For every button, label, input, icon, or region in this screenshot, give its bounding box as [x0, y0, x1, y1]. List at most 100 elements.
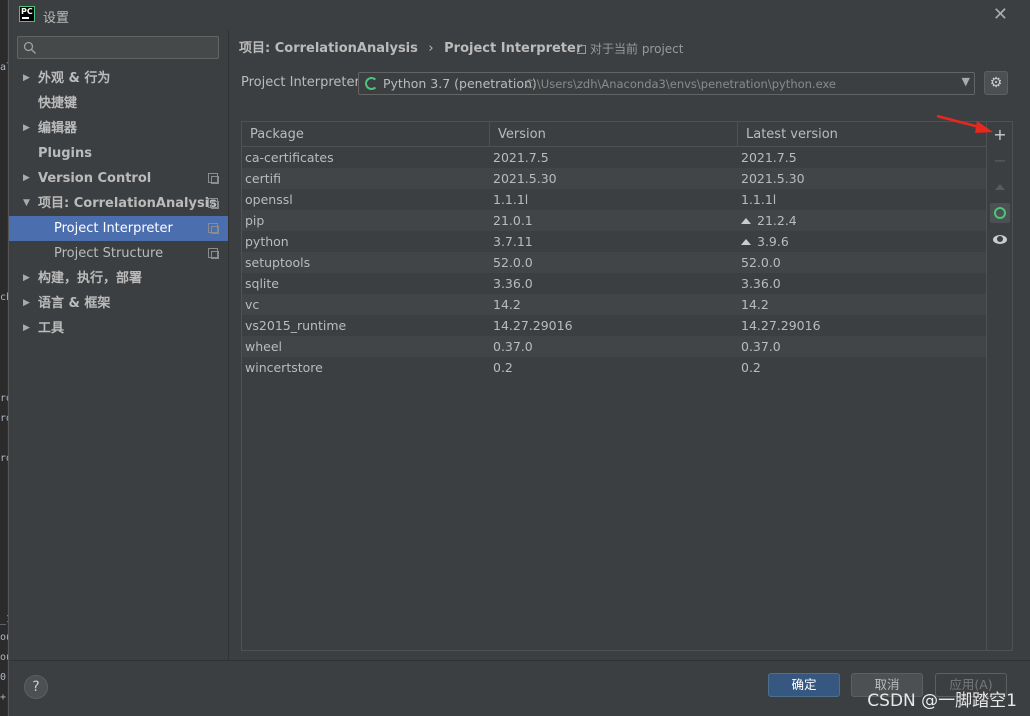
- package-latest-cell: 2021.5.30: [738, 168, 986, 189]
- package-version-cell: 2021.7.5: [490, 147, 738, 168]
- project-scope-icon: [208, 248, 219, 259]
- package-latest-cell-text: 21.2.4: [757, 213, 797, 228]
- refresh-button[interactable]: [990, 203, 1010, 223]
- package-latest-cell-text: 14.2: [741, 297, 769, 312]
- project-scope-icon: [208, 223, 219, 234]
- package-latest-cell-text: 3.9.6: [757, 234, 789, 249]
- sidebar-item-plugins[interactable]: Plugins: [9, 141, 228, 166]
- table-row[interactable]: wheel 0.37.0 0.37.0: [242, 336, 986, 357]
- package-name-cell: ca-certificates: [242, 147, 490, 168]
- sidebar-item-editor[interactable]: ▶ 编辑器: [9, 116, 228, 141]
- package-name-cell-text: sqlite: [245, 276, 279, 291]
- package-name-cell: wincertstore: [242, 357, 490, 378]
- package-latest-cell-text: 0.37.0: [741, 339, 781, 354]
- expand-arrow-icon[interactable]: ▶: [23, 266, 30, 291]
- package-version-cell: 3.7.11: [490, 231, 738, 252]
- interpreter-path: C:\Users\zdh\Anaconda3\envs\penetration\…: [525, 77, 836, 91]
- package-latest-cell: 3.36.0: [738, 273, 986, 294]
- breadcrumb: 项目: CorrelationAnalysis › Project Interp…: [239, 37, 582, 56]
- expand-arrow-icon[interactable]: ▶: [23, 291, 30, 316]
- sidebar-item-languages[interactable]: ▶ 语言 & 框架: [9, 291, 228, 316]
- package-toolbar: + −: [986, 122, 1012, 650]
- package-latest-cell: 52.0.0: [738, 252, 986, 273]
- project-scope-icon: [577, 45, 586, 54]
- package-name-cell-text: certifi: [245, 171, 281, 186]
- sidebar-item-label: 语言 & 框架: [38, 296, 111, 311]
- package-name-cell: setuptools: [242, 252, 490, 273]
- package-version-cell: 0.37.0: [490, 336, 738, 357]
- package-name-cell-text: vs2015_runtime: [245, 318, 347, 333]
- scope-text: 对于当前 project: [590, 42, 684, 56]
- sidebar-item-tools[interactable]: ▶ 工具: [9, 316, 228, 341]
- collapse-arrow-icon[interactable]: ▼: [23, 191, 30, 216]
- package-latest-cell: 14.2: [738, 294, 986, 315]
- sidebar-item-project-interpreter[interactable]: Project Interpreter: [9, 216, 228, 241]
- package-name-cell: wheel: [242, 336, 490, 357]
- package-latest-cell-text: 3.36.0: [741, 276, 781, 291]
- sidebar-item-version-control[interactable]: ▶ Version Control: [9, 166, 228, 191]
- table-row[interactable]: sqlite 3.36.0 3.36.0: [242, 273, 986, 294]
- sidebar-item-label: 构建，执行，部署: [38, 271, 143, 286]
- table-row[interactable]: openssl 1.1.1l 1.1.1l: [242, 189, 986, 210]
- interpreter-select[interactable]: Python 3.7 (penetration) C:\Users\zdh\An…: [358, 72, 975, 95]
- gear-icon[interactable]: ⚙: [984, 71, 1008, 95]
- search-input[interactable]: [17, 36, 219, 59]
- upgrade-package-button[interactable]: [990, 177, 1010, 197]
- table-row[interactable]: certifi 2021.5.30 2021.5.30: [242, 168, 986, 189]
- package-version-cell: 0.2: [490, 357, 738, 378]
- table-row[interactable]: vc 14.2 14.2: [242, 294, 986, 315]
- package-name-cell-text: vc: [245, 297, 260, 312]
- package-name-cell: certifi: [242, 168, 490, 189]
- package-version-cell: 3.36.0: [490, 273, 738, 294]
- sidebar-item-appearance[interactable]: ▶ 外观 & 行为: [9, 66, 228, 91]
- settings-sidebar: ▶ 外观 & 行为 快捷键 ▶ 编辑器 Plugins ▶ Version Co…: [9, 30, 228, 660]
- sidebar-item-label: Plugins: [38, 146, 92, 161]
- table-row[interactable]: python 3.7.11 3.9.6: [242, 231, 986, 252]
- package-latest-cell: 21.2.4: [738, 210, 986, 231]
- column-header-package[interactable]: Package: [242, 122, 490, 147]
- package-version-cell: 2021.5.30: [490, 168, 738, 189]
- sidebar-item-label: 外观 & 行为: [38, 71, 111, 86]
- show-early-releases-button[interactable]: [990, 229, 1010, 249]
- package-latest-cell-text: 2021.7.5: [741, 150, 797, 165]
- package-version-cell-text: 3.36.0: [493, 276, 533, 291]
- editor-fragment: 0: [0, 672, 7, 683]
- sidebar-item-project-structure[interactable]: Project Structure: [9, 241, 228, 266]
- table-row[interactable]: vs2015_runtime 14.27.29016 14.27.29016: [242, 315, 986, 336]
- sidebar-item-label: 快捷键: [38, 96, 78, 111]
- expand-arrow-icon[interactable]: ▶: [23, 116, 30, 141]
- expand-arrow-icon[interactable]: ▶: [23, 166, 30, 191]
- ok-button[interactable]: 确定: [768, 673, 840, 697]
- expand-arrow-icon[interactable]: ▶: [23, 316, 30, 341]
- package-latest-cell: 3.9.6: [738, 231, 986, 252]
- package-name-cell: sqlite: [242, 273, 490, 294]
- package-name-cell: vc: [242, 294, 490, 315]
- breadcrumb-separator: ›: [428, 41, 434, 56]
- scope-note: 对于当前 project: [577, 40, 683, 57]
- column-header-latest-version[interactable]: Latest version: [738, 122, 986, 147]
- remove-package-button[interactable]: −: [990, 151, 1010, 171]
- package-latest-cell-text: 0.2: [741, 360, 761, 375]
- package-table: Package Version Latest version ca-certif…: [242, 122, 986, 378]
- breadcrumb-page: Project Interpreter: [444, 41, 583, 56]
- close-icon[interactable]: ✕: [993, 4, 1008, 25]
- sidebar-item-project[interactable]: ▼ 项目: CorrelationAnalysis: [9, 191, 228, 216]
- sidebar-item-keymap[interactable]: 快捷键: [9, 91, 228, 116]
- table-row[interactable]: ca-certificates 2021.7.5 2021.7.5: [242, 147, 986, 168]
- table-body: ca-certificates 2021.7.5 2021.7.5 certifi 20…: [242, 147, 986, 378]
- package-latest-cell: 14.27.29016: [738, 315, 986, 336]
- package-name-cell-text: wincertstore: [245, 360, 323, 375]
- sidebar-item-build[interactable]: ▶ 构建，执行，部署: [9, 266, 228, 291]
- chevron-down-icon[interactable]: ▼: [962, 75, 970, 88]
- project-scope-icon: [208, 198, 219, 209]
- help-button[interactable]: ?: [24, 675, 48, 699]
- package-version-cell: 14.27.29016: [490, 315, 738, 336]
- column-header-version[interactable]: Version: [490, 122, 738, 147]
- package-name-cell-text: wheel: [245, 339, 282, 354]
- expand-arrow-icon[interactable]: ▶: [23, 66, 30, 91]
- table-row[interactable]: pip 21.0.1 21.2.4: [242, 210, 986, 231]
- table-row[interactable]: setuptools 52.0.0 52.0.0: [242, 252, 986, 273]
- table-row[interactable]: wincertstore 0.2 0.2: [242, 357, 986, 378]
- package-version-cell-text: 0.2: [493, 360, 513, 375]
- add-package-button[interactable]: +: [990, 125, 1010, 145]
